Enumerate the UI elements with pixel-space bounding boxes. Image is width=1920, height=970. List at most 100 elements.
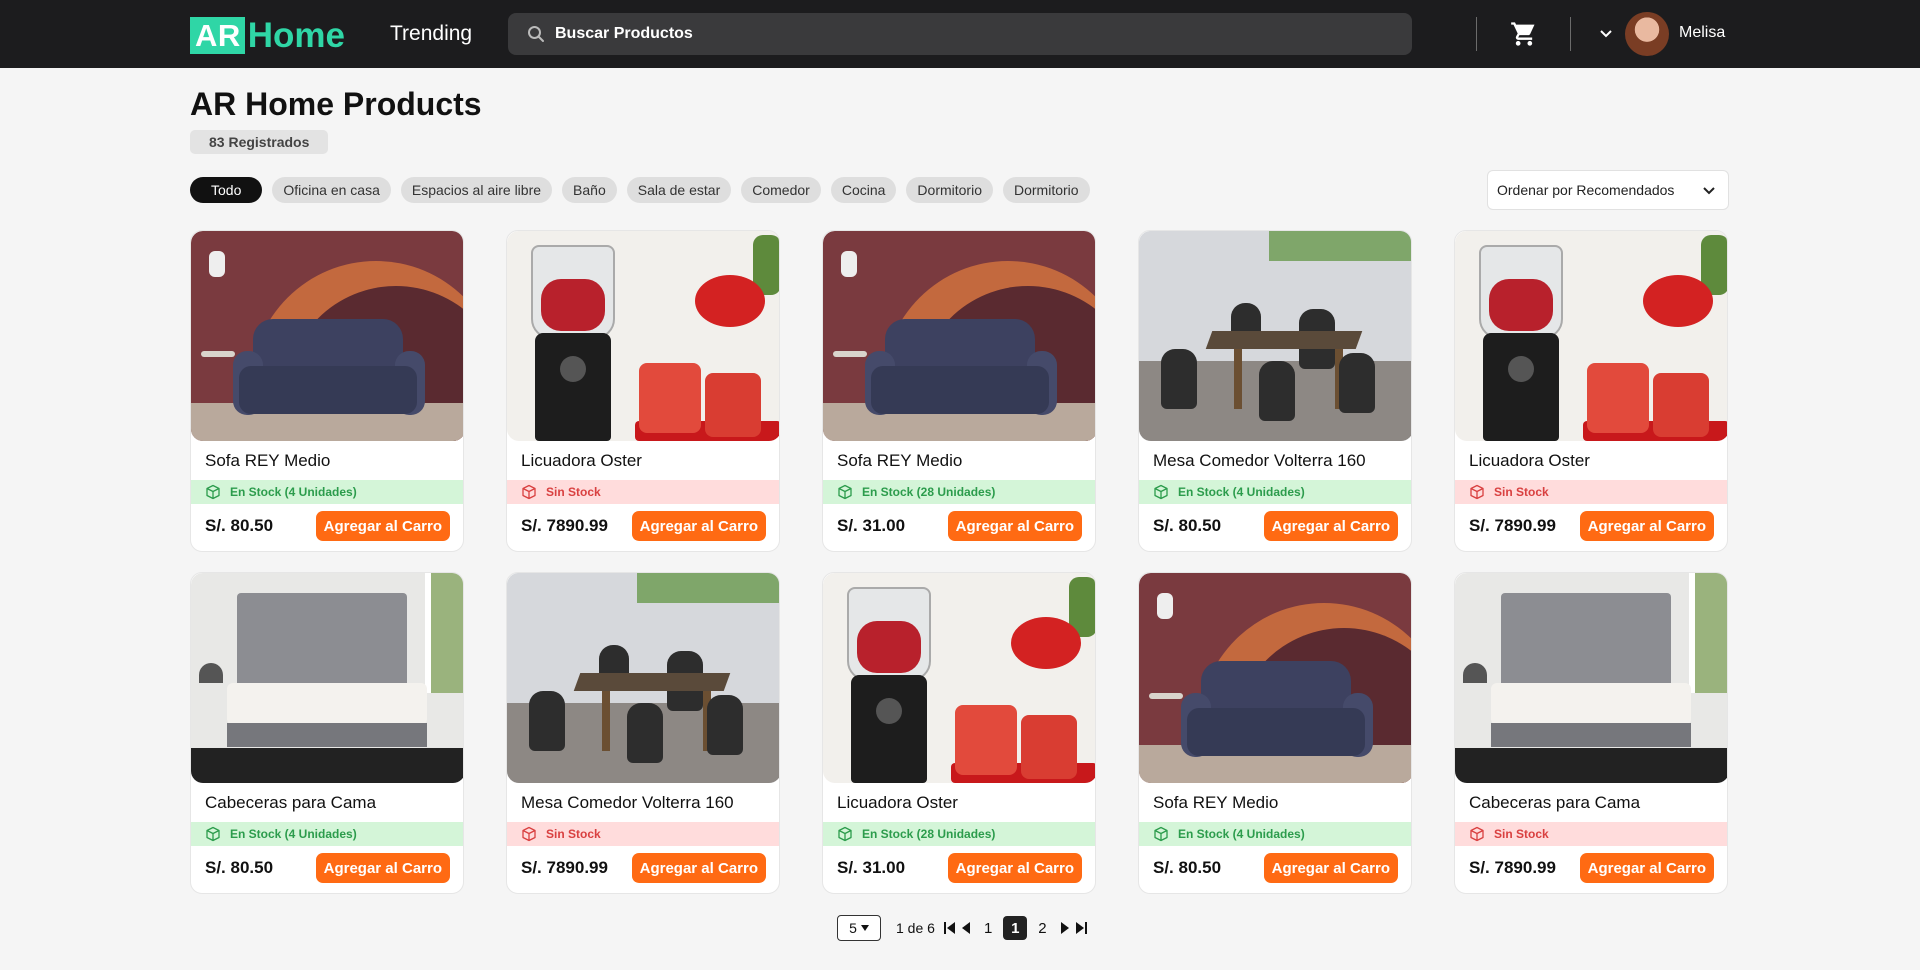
- box-icon: [521, 826, 537, 842]
- last-page-icon[interactable]: [1074, 921, 1088, 935]
- product-name[interactable]: Licuadora Oster: [837, 793, 958, 813]
- product-image[interactable]: [1139, 573, 1411, 783]
- page-number-1[interactable]: 1: [981, 920, 995, 937]
- product-card[interactable]: Mesa Comedor Volterra 160 Sin Stock S/. 78…: [506, 572, 780, 894]
- filter-chip-aire-libre[interactable]: Espacios al aire libre: [400, 177, 553, 203]
- box-icon: [1153, 826, 1169, 842]
- add-to-cart-button[interactable]: Agregar al Carro: [631, 853, 766, 883]
- stock-badge: En Stock (28 Unidades): [823, 480, 1095, 504]
- filter-chip-dormitorio-2[interactable]: Dormitorio: [1003, 177, 1090, 203]
- current-page[interactable]: 1: [1003, 916, 1028, 940]
- stock-badge: En Stock (4 Unidades): [1139, 822, 1411, 846]
- box-icon: [521, 484, 537, 500]
- filter-chip-sala[interactable]: Sala de estar: [626, 177, 732, 203]
- product-name[interactable]: Cabeceras para Cama: [205, 793, 376, 813]
- product-card[interactable]: Sofa REY Medio En Stock (28 Unidades) S/. …: [822, 230, 1096, 552]
- product-card[interactable]: Licuadora Oster En Stock (28 Unidades) S/.…: [822, 572, 1096, 894]
- product-name[interactable]: Sofa REY Medio: [837, 451, 962, 471]
- stock-label: En Stock (4 Unidades): [1178, 827, 1305, 841]
- prev-page-icon[interactable]: [959, 921, 973, 935]
- product-price: S/. 7890.99: [1469, 516, 1556, 535]
- category-filters: Todo Oficina en casa Espacios al aire li…: [190, 177, 1090, 203]
- stock-label: En Stock (28 Unidades): [862, 827, 996, 841]
- add-to-cart-button[interactable]: Agregar al Carro: [1579, 511, 1714, 541]
- product-image[interactable]: [1455, 573, 1727, 783]
- product-image[interactable]: [823, 231, 1095, 441]
- avatar[interactable]: [1625, 12, 1669, 56]
- search-bar[interactable]: [508, 13, 1412, 55]
- product-price: S/. 7890.99: [521, 858, 608, 877]
- chevron-down-icon: [1702, 183, 1716, 197]
- product-image[interactable]: [823, 573, 1095, 783]
- filter-chip-dormitorio[interactable]: Dormitorio: [906, 177, 993, 203]
- product-price: S/. 7890.99: [1469, 858, 1556, 877]
- stock-badge: En Stock (4 Unidades): [191, 480, 463, 504]
- box-icon: [1469, 484, 1485, 500]
- product-card[interactable]: Cabeceras para Cama Sin Stock S/. 7890.99 A…: [1454, 572, 1728, 894]
- logo[interactable]: AR Home: [190, 17, 345, 54]
- top-navbar: AR Home Trending Melisa: [0, 0, 1920, 68]
- product-name[interactable]: Mesa Comedor Volterra 160: [1153, 451, 1366, 471]
- box-icon: [1153, 484, 1169, 500]
- filter-chip-bano[interactable]: Baño: [562, 177, 617, 203]
- add-to-cart-button[interactable]: Agregar al Carro: [1263, 511, 1398, 541]
- product-image[interactable]: [1455, 231, 1727, 441]
- product-image[interactable]: [191, 573, 463, 783]
- product-card[interactable]: Cabeceras para Cama En Stock (4 Unidades)…: [190, 572, 464, 894]
- next-page-icon[interactable]: [1058, 921, 1072, 935]
- product-price: S/. 7890.99: [521, 516, 608, 535]
- product-price: S/. 80.50: [205, 516, 274, 535]
- product-name[interactable]: Mesa Comedor Volterra 160: [521, 793, 734, 813]
- filter-chip-oficina[interactable]: Oficina en casa: [272, 177, 391, 203]
- stock-badge: En Stock (28 Unidades): [823, 822, 1095, 846]
- chevron-down-icon[interactable]: [1598, 25, 1614, 41]
- count-badge: 83 Registrados: [190, 130, 329, 154]
- search-icon: [525, 23, 547, 45]
- stock-label: En Stock (4 Unidades): [1178, 485, 1305, 499]
- stock-badge: Sin Stock: [1455, 822, 1727, 846]
- box-icon: [837, 484, 853, 500]
- product-card[interactable]: Sofa REY Medio En Stock (4 Unidades) S/. 8…: [1138, 572, 1412, 894]
- caret-down-icon: [860, 925, 869, 931]
- per-page-select[interactable]: 5: [837, 915, 881, 941]
- filter-chip-comedor[interactable]: Comedor: [741, 177, 821, 203]
- add-to-cart-button[interactable]: Agregar al Carro: [631, 511, 766, 541]
- sort-dropdown[interactable]: Ordenar por Recomendados: [1487, 170, 1729, 210]
- filter-chip-todo[interactable]: Todo: [190, 177, 263, 203]
- pagination: 5 1 de 6 1 1 2: [837, 915, 1088, 941]
- stock-label: En Stock (4 Unidades): [230, 827, 357, 841]
- product-card[interactable]: Sofa REY Medio En Stock (4 Unidades) S/. 8…: [190, 230, 464, 552]
- product-name[interactable]: Licuadora Oster: [1469, 451, 1590, 471]
- add-to-cart-button[interactable]: Agregar al Carro: [315, 853, 450, 883]
- product-name[interactable]: Sofa REY Medio: [1153, 793, 1278, 813]
- filter-chip-cocina[interactable]: Cocina: [830, 177, 897, 203]
- add-to-cart-button[interactable]: Agregar al Carro: [947, 853, 1082, 883]
- stock-badge: Sin Stock: [507, 822, 779, 846]
- product-name[interactable]: Licuadora Oster: [521, 451, 642, 471]
- product-image[interactable]: [1139, 231, 1411, 441]
- stock-badge: Sin Stock: [507, 480, 779, 504]
- username[interactable]: Melisa: [1679, 24, 1725, 42]
- trending-link[interactable]: Trending: [390, 22, 472, 46]
- product-name[interactable]: Cabeceras para Cama: [1469, 793, 1640, 813]
- first-page-icon[interactable]: [943, 921, 957, 935]
- cart-icon[interactable]: [1510, 20, 1538, 48]
- page-number-2[interactable]: 2: [1035, 920, 1049, 937]
- product-name[interactable]: Sofa REY Medio: [205, 451, 330, 471]
- add-to-cart-button[interactable]: Agregar al Carro: [947, 511, 1082, 541]
- add-to-cart-button[interactable]: Agregar al Carro: [1579, 853, 1714, 883]
- product-card[interactable]: Mesa Comedor Volterra 160 En Stock (4 Uni…: [1138, 230, 1412, 552]
- add-to-cart-button[interactable]: Agregar al Carro: [315, 511, 450, 541]
- stock-badge: En Stock (4 Unidades): [1139, 480, 1411, 504]
- search-input[interactable]: [555, 25, 1375, 43]
- add-to-cart-button[interactable]: Agregar al Carro: [1263, 853, 1398, 883]
- per-page-value: 5: [849, 920, 857, 936]
- stock-badge: Sin Stock: [1455, 480, 1727, 504]
- product-image[interactable]: [507, 573, 779, 783]
- product-image[interactable]: [191, 231, 463, 441]
- product-image[interactable]: [507, 231, 779, 441]
- divider: [1570, 17, 1571, 51]
- product-price: S/. 31.00: [837, 858, 906, 877]
- product-card[interactable]: Licuadora Oster Sin Stock S/. 7890.99 Agreg…: [506, 230, 780, 552]
- product-card[interactable]: Licuadora Oster Sin Stock S/. 7890.99 Agreg…: [1454, 230, 1728, 552]
